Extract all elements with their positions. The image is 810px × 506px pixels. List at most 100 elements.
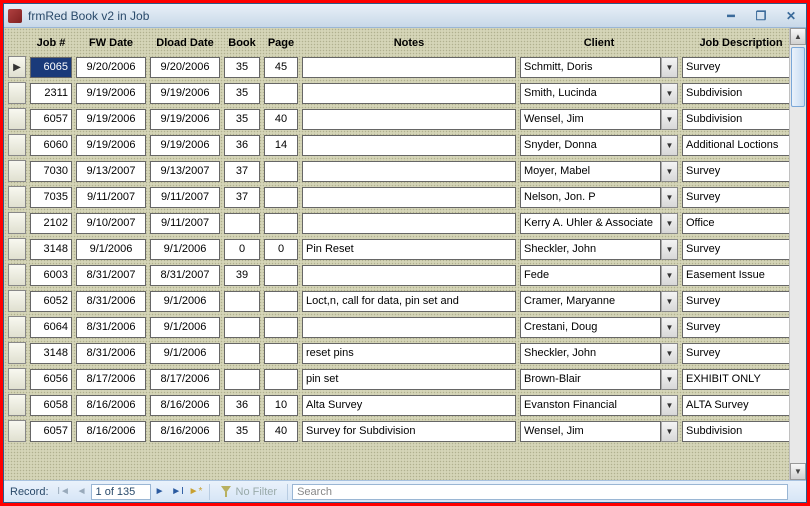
cell-page[interactable] — [264, 291, 298, 312]
col-header-job[interactable]: Job # — [30, 37, 72, 49]
cell-client[interactable]: Kerry A. Uhler & Associate — [520, 213, 661, 234]
row-selector[interactable] — [8, 342, 26, 364]
cell-fw-date[interactable]: 9/11/2007 — [76, 187, 146, 208]
cell-client[interactable]: Moyer, Mabel — [520, 161, 661, 182]
cell-job[interactable]: 6057 — [30, 109, 72, 130]
cell-description[interactable]: Subdivision — [682, 83, 800, 104]
cell-page[interactable] — [264, 213, 298, 234]
row-selector[interactable] — [8, 186, 26, 208]
cell-job[interactable]: 6060 — [30, 135, 72, 156]
cell-client[interactable]: Wensel, Jim — [520, 109, 661, 130]
cell-book[interactable]: 35 — [224, 421, 260, 442]
row-selector[interactable] — [8, 82, 26, 104]
cell-fw-date[interactable]: 8/31/2006 — [76, 317, 146, 338]
client-dropdown-button[interactable]: ▼ — [661, 187, 678, 208]
cell-page[interactable] — [264, 369, 298, 390]
nav-prev-button[interactable]: ◄ — [73, 483, 91, 501]
cell-client[interactable]: Nelson, Jon. P — [520, 187, 661, 208]
cell-notes[interactable]: pin set — [302, 369, 516, 390]
cell-dload-date[interactable]: 9/19/2006 — [150, 135, 220, 156]
cell-job[interactable]: 6058 — [30, 395, 72, 416]
cell-dload-date[interactable]: 8/31/2007 — [150, 265, 220, 286]
cell-job[interactable]: 6003 — [30, 265, 72, 286]
cell-job[interactable]: 6057 — [30, 421, 72, 442]
cell-notes[interactable] — [302, 213, 516, 234]
cell-dload-date[interactable]: 9/11/2007 — [150, 213, 220, 234]
col-header-fw-date[interactable]: FW Date — [76, 37, 146, 49]
client-dropdown-button[interactable]: ▼ — [661, 265, 678, 286]
cell-dload-date[interactable]: 9/19/2006 — [150, 109, 220, 130]
client-dropdown-button[interactable]: ▼ — [661, 213, 678, 234]
cell-dload-date[interactable]: 9/19/2006 — [150, 83, 220, 104]
row-selector[interactable]: ▶ — [8, 56, 26, 78]
cell-book[interactable] — [224, 369, 260, 390]
col-header-book[interactable]: Book — [224, 37, 260, 49]
scroll-up-button[interactable]: ▲ — [790, 28, 806, 45]
cell-description[interactable]: Survey — [682, 187, 800, 208]
cell-dload-date[interactable]: 8/16/2006 — [150, 421, 220, 442]
nav-first-button[interactable]: I◄ — [55, 483, 73, 501]
row-selector[interactable] — [8, 394, 26, 416]
row-selector[interactable] — [8, 212, 26, 234]
cell-notes[interactable]: Pin Reset — [302, 239, 516, 260]
cell-page[interactable] — [264, 161, 298, 182]
row-selector[interactable] — [8, 316, 26, 338]
cell-description[interactable]: Survey — [682, 57, 800, 78]
cell-fw-date[interactable]: 8/31/2007 — [76, 265, 146, 286]
cell-client[interactable]: Schmitt, Doris — [520, 57, 661, 78]
client-dropdown-button[interactable]: ▼ — [661, 161, 678, 182]
cell-dload-date[interactable]: 9/1/2006 — [150, 291, 220, 312]
cell-fw-date[interactable]: 9/19/2006 — [76, 83, 146, 104]
cell-notes[interactable]: Survey for Subdivision — [302, 421, 516, 442]
cell-page[interactable]: 45 — [264, 57, 298, 78]
cell-notes[interactable] — [302, 83, 516, 104]
cell-book[interactable]: 35 — [224, 109, 260, 130]
row-selector[interactable] — [8, 134, 26, 156]
cell-page[interactable] — [264, 187, 298, 208]
client-dropdown-button[interactable]: ▼ — [661, 291, 678, 312]
cell-description[interactable]: Survey — [682, 343, 800, 364]
cell-job[interactable]: 6064 — [30, 317, 72, 338]
cell-job[interactable]: 6052 — [30, 291, 72, 312]
col-header-notes[interactable]: Notes — [302, 37, 516, 49]
cell-client[interactable]: Brown-Blair — [520, 369, 661, 390]
vertical-scrollbar[interactable]: ▲ ▼ — [789, 28, 806, 480]
cell-fw-date[interactable]: 8/31/2006 — [76, 343, 146, 364]
row-selector[interactable] — [8, 420, 26, 442]
cell-page[interactable] — [264, 317, 298, 338]
cell-book[interactable]: 0 — [224, 239, 260, 260]
client-dropdown-button[interactable]: ▼ — [661, 109, 678, 130]
nav-next-button[interactable]: ► — [151, 483, 169, 501]
cell-job[interactable]: 3148 — [30, 239, 72, 260]
cell-book[interactable] — [224, 291, 260, 312]
cell-page[interactable]: 40 — [264, 109, 298, 130]
cell-notes[interactable]: Loct,n, call for data, pin set and — [302, 291, 516, 312]
scroll-down-button[interactable]: ▼ — [790, 463, 806, 480]
cell-client[interactable]: Fede — [520, 265, 661, 286]
cell-job[interactable]: 3148 — [30, 343, 72, 364]
cell-dload-date[interactable]: 9/1/2006 — [150, 317, 220, 338]
cell-description[interactable]: ALTA Survey — [682, 395, 800, 416]
client-dropdown-button[interactable]: ▼ — [661, 239, 678, 260]
cell-page[interactable] — [264, 83, 298, 104]
cell-book[interactable] — [224, 343, 260, 364]
scroll-track[interactable] — [790, 45, 806, 463]
cell-notes[interactable] — [302, 109, 516, 130]
cell-notes[interactable] — [302, 187, 516, 208]
client-dropdown-button[interactable]: ▼ — [661, 395, 678, 416]
cell-notes[interactable]: reset pins — [302, 343, 516, 364]
cell-job[interactable]: 7030 — [30, 161, 72, 182]
cell-fw-date[interactable]: 8/17/2006 — [76, 369, 146, 390]
cell-job[interactable]: 2311 — [30, 83, 72, 104]
client-dropdown-button[interactable]: ▼ — [661, 369, 678, 390]
scroll-thumb[interactable] — [791, 47, 805, 107]
cell-description[interactable]: EXHIBIT ONLY — [682, 369, 800, 390]
cell-notes[interactable] — [302, 265, 516, 286]
cell-book[interactable]: 37 — [224, 187, 260, 208]
col-header-page[interactable]: Page — [264, 37, 298, 49]
cell-fw-date[interactable]: 9/10/2007 — [76, 213, 146, 234]
cell-job[interactable]: 6056 — [30, 369, 72, 390]
cell-client[interactable]: Evanston Financial — [520, 395, 661, 416]
cell-notes[interactable] — [302, 161, 516, 182]
cell-page[interactable]: 10 — [264, 395, 298, 416]
